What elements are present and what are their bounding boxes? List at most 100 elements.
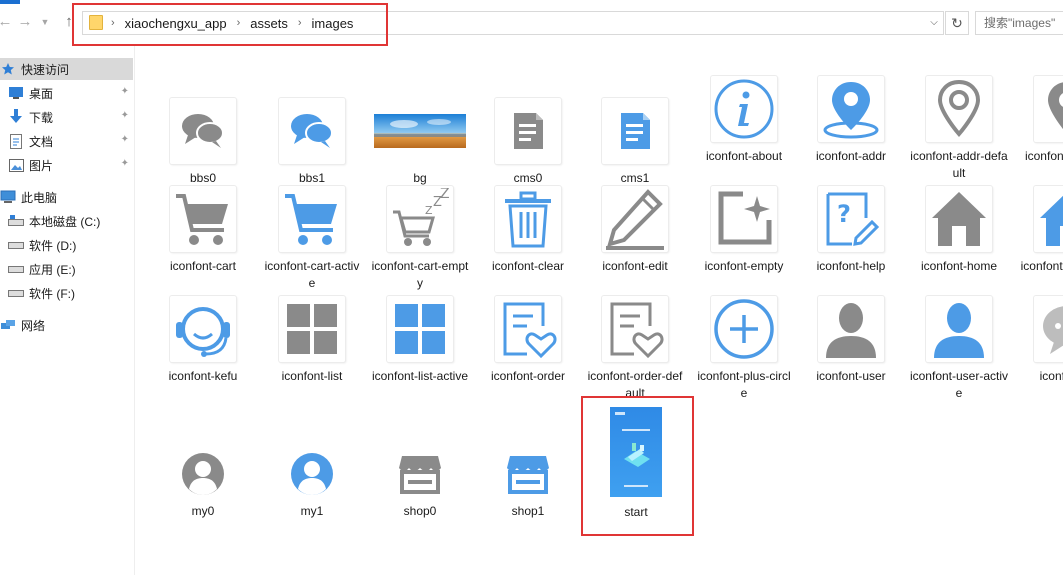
file-name: iconfont-user-active (909, 369, 1009, 400)
forward-button[interactable]: → (16, 12, 34, 32)
pin-icon[interactable]: ✦ (121, 134, 129, 145)
sidebar-item-label: 本地磁盘 (C:) (29, 214, 101, 229)
breadcrumb-item[interactable]: assets (250, 16, 288, 31)
sparkle-frame-icon (711, 186, 777, 252)
pin-icon[interactable]: ✦ (121, 110, 129, 121)
file-item[interactable]: ZZZ iconfont-cart-empty (368, 186, 472, 292)
sidebar-item-network[interactable]: 网络 (0, 314, 133, 336)
refresh-button[interactable]: ↻ (945, 11, 969, 35)
drive-icon (8, 261, 24, 277)
sidebar-item-drive-d[interactable]: 软件 (D:) (0, 234, 133, 256)
sidebar-item-label: 下载 (29, 110, 54, 125)
desktop-icon (8, 85, 24, 101)
address-bar[interactable]: › xiaochengxu_app › assets › images ⌵ (82, 11, 944, 35)
file-name: iconfont-w (1039, 369, 1063, 383)
trash-icon (495, 186, 561, 252)
recent-locations-button[interactable]: ▼ (36, 12, 54, 32)
file-name: iconfont-kefu (168, 369, 238, 383)
up-button[interactable]: ↑ (60, 12, 78, 32)
file-item[interactable]: bbs0 (151, 98, 255, 187)
file-item[interactable]: iconfont-list (260, 296, 364, 385)
file-item[interactable]: iconfont-list-active (368, 296, 472, 385)
sidebar-item-drive-e[interactable]: 应用 (E:) (0, 258, 133, 280)
file-name: iconfont-edit (602, 259, 668, 273)
file-item[interactable]: iconfont-empty (692, 186, 796, 275)
file-item[interactable]: iconfont-kefu (151, 296, 255, 385)
landscape-image-icon (373, 98, 467, 164)
search-input[interactable]: 搜索"images" (975, 11, 1063, 35)
sidebar-item-desktop[interactable]: 桌面 ✦ (0, 82, 133, 104)
breadcrumb: › xiaochengxu_app › assets › images (111, 12, 353, 34)
sidebar-item-pictures[interactable]: 图片 ✦ (0, 154, 133, 176)
file-item[interactable]: iconfont-clear (476, 186, 580, 275)
file-name: shop1 (511, 504, 545, 518)
shop-icon (495, 451, 561, 497)
chevron-right-icon: › (111, 17, 115, 29)
file-item[interactable]: my0 (151, 451, 255, 520)
svg-text:?: ? (837, 200, 851, 228)
sidebar-item-documents[interactable]: 文档 ✦ (0, 130, 133, 152)
svg-text:Z: Z (440, 188, 450, 202)
star-icon (0, 61, 16, 77)
file-item[interactable]: iconfont-home (907, 186, 1011, 275)
file-item[interactable]: iconfont-addr-m (1015, 76, 1063, 165)
file-item[interactable]: iconfont-plus-circle (692, 296, 796, 402)
file-item[interactable]: my1 (260, 451, 364, 520)
cart-icon (170, 186, 236, 252)
file-name: iconfont-about (705, 149, 783, 163)
file-name: iconfont-help (816, 259, 886, 273)
sidebar-item-drive-c[interactable]: 本地磁盘 (C:) (0, 210, 133, 232)
file-item[interactable]: iconfont-about (692, 76, 796, 165)
user-icon (818, 296, 884, 362)
sidebar-item-this-pc[interactable]: 此电脑 (0, 186, 133, 208)
breadcrumb-item[interactable]: images (312, 16, 354, 31)
file-name: my1 (300, 504, 324, 518)
sidebar-item-label: 图片 (29, 158, 54, 173)
file-item[interactable]: ? iconfont-help (799, 186, 903, 275)
file-item[interactable]: start (584, 406, 688, 521)
file-item[interactable]: iconfont-home-ac (1015, 186, 1063, 275)
sidebar-item-downloads[interactable]: 下载 ✦ (0, 106, 133, 128)
file-name: iconfont-order (490, 369, 566, 383)
file-item[interactable]: iconfont-user-active (907, 296, 1011, 402)
file-name: bg (413, 171, 427, 185)
file-name: shop0 (403, 504, 437, 518)
order-heart-icon (602, 296, 668, 362)
window-accent (0, 0, 20, 4)
file-item[interactable]: shop0 (368, 451, 472, 520)
chevron-down-icon[interactable]: ⌵ (927, 14, 941, 32)
back-button[interactable]: ← (0, 12, 14, 32)
file-item[interactable]: cms1 (583, 98, 687, 187)
file-name: iconfont-order-default (587, 369, 683, 400)
file-name: iconfont-plus-circle (697, 369, 791, 400)
file-item[interactable]: iconfont-addr-default (907, 76, 1011, 182)
file-item[interactable]: iconfont-cart-active (260, 186, 364, 292)
sidebar-item-label: 软件 (F:) (29, 286, 75, 301)
file-name: bbs0 (189, 171, 217, 185)
file-item[interactable]: iconfont-order-default (583, 296, 687, 402)
file-item[interactable]: iconfont-user (799, 296, 903, 385)
breadcrumb-item[interactable]: xiaochengxu_app (125, 16, 227, 31)
file-name: iconfont-list-active (371, 369, 469, 383)
network-icon (0, 317, 16, 333)
file-item[interactable]: bg (368, 98, 472, 187)
documents-icon (8, 133, 24, 149)
file-item[interactable]: shop1 (476, 451, 580, 520)
sidebar-item-quick-access[interactable]: 快速访问 (0, 58, 133, 80)
file-item[interactable]: iconfont-w (1015, 296, 1063, 385)
sidebar-item-drive-f[interactable]: 软件 (F:) (0, 282, 133, 304)
home-icon (926, 186, 992, 252)
sidebar-item-label: 桌面 (29, 86, 54, 101)
file-item[interactable]: cms0 (476, 98, 580, 187)
info-circle-icon (711, 76, 777, 142)
file-item[interactable]: iconfont-order (476, 296, 580, 385)
order-heart-icon (495, 296, 561, 362)
file-item[interactable]: iconfont-cart (151, 186, 255, 275)
home-icon (1034, 186, 1063, 252)
document-icon (495, 98, 561, 164)
pin-icon[interactable]: ✦ (121, 86, 129, 97)
pin-icon[interactable]: ✦ (121, 158, 129, 169)
file-item[interactable]: iconfont-edit (583, 186, 687, 275)
file-item[interactable]: iconfont-addr (799, 76, 903, 165)
file-item[interactable]: bbs1 (260, 98, 364, 187)
